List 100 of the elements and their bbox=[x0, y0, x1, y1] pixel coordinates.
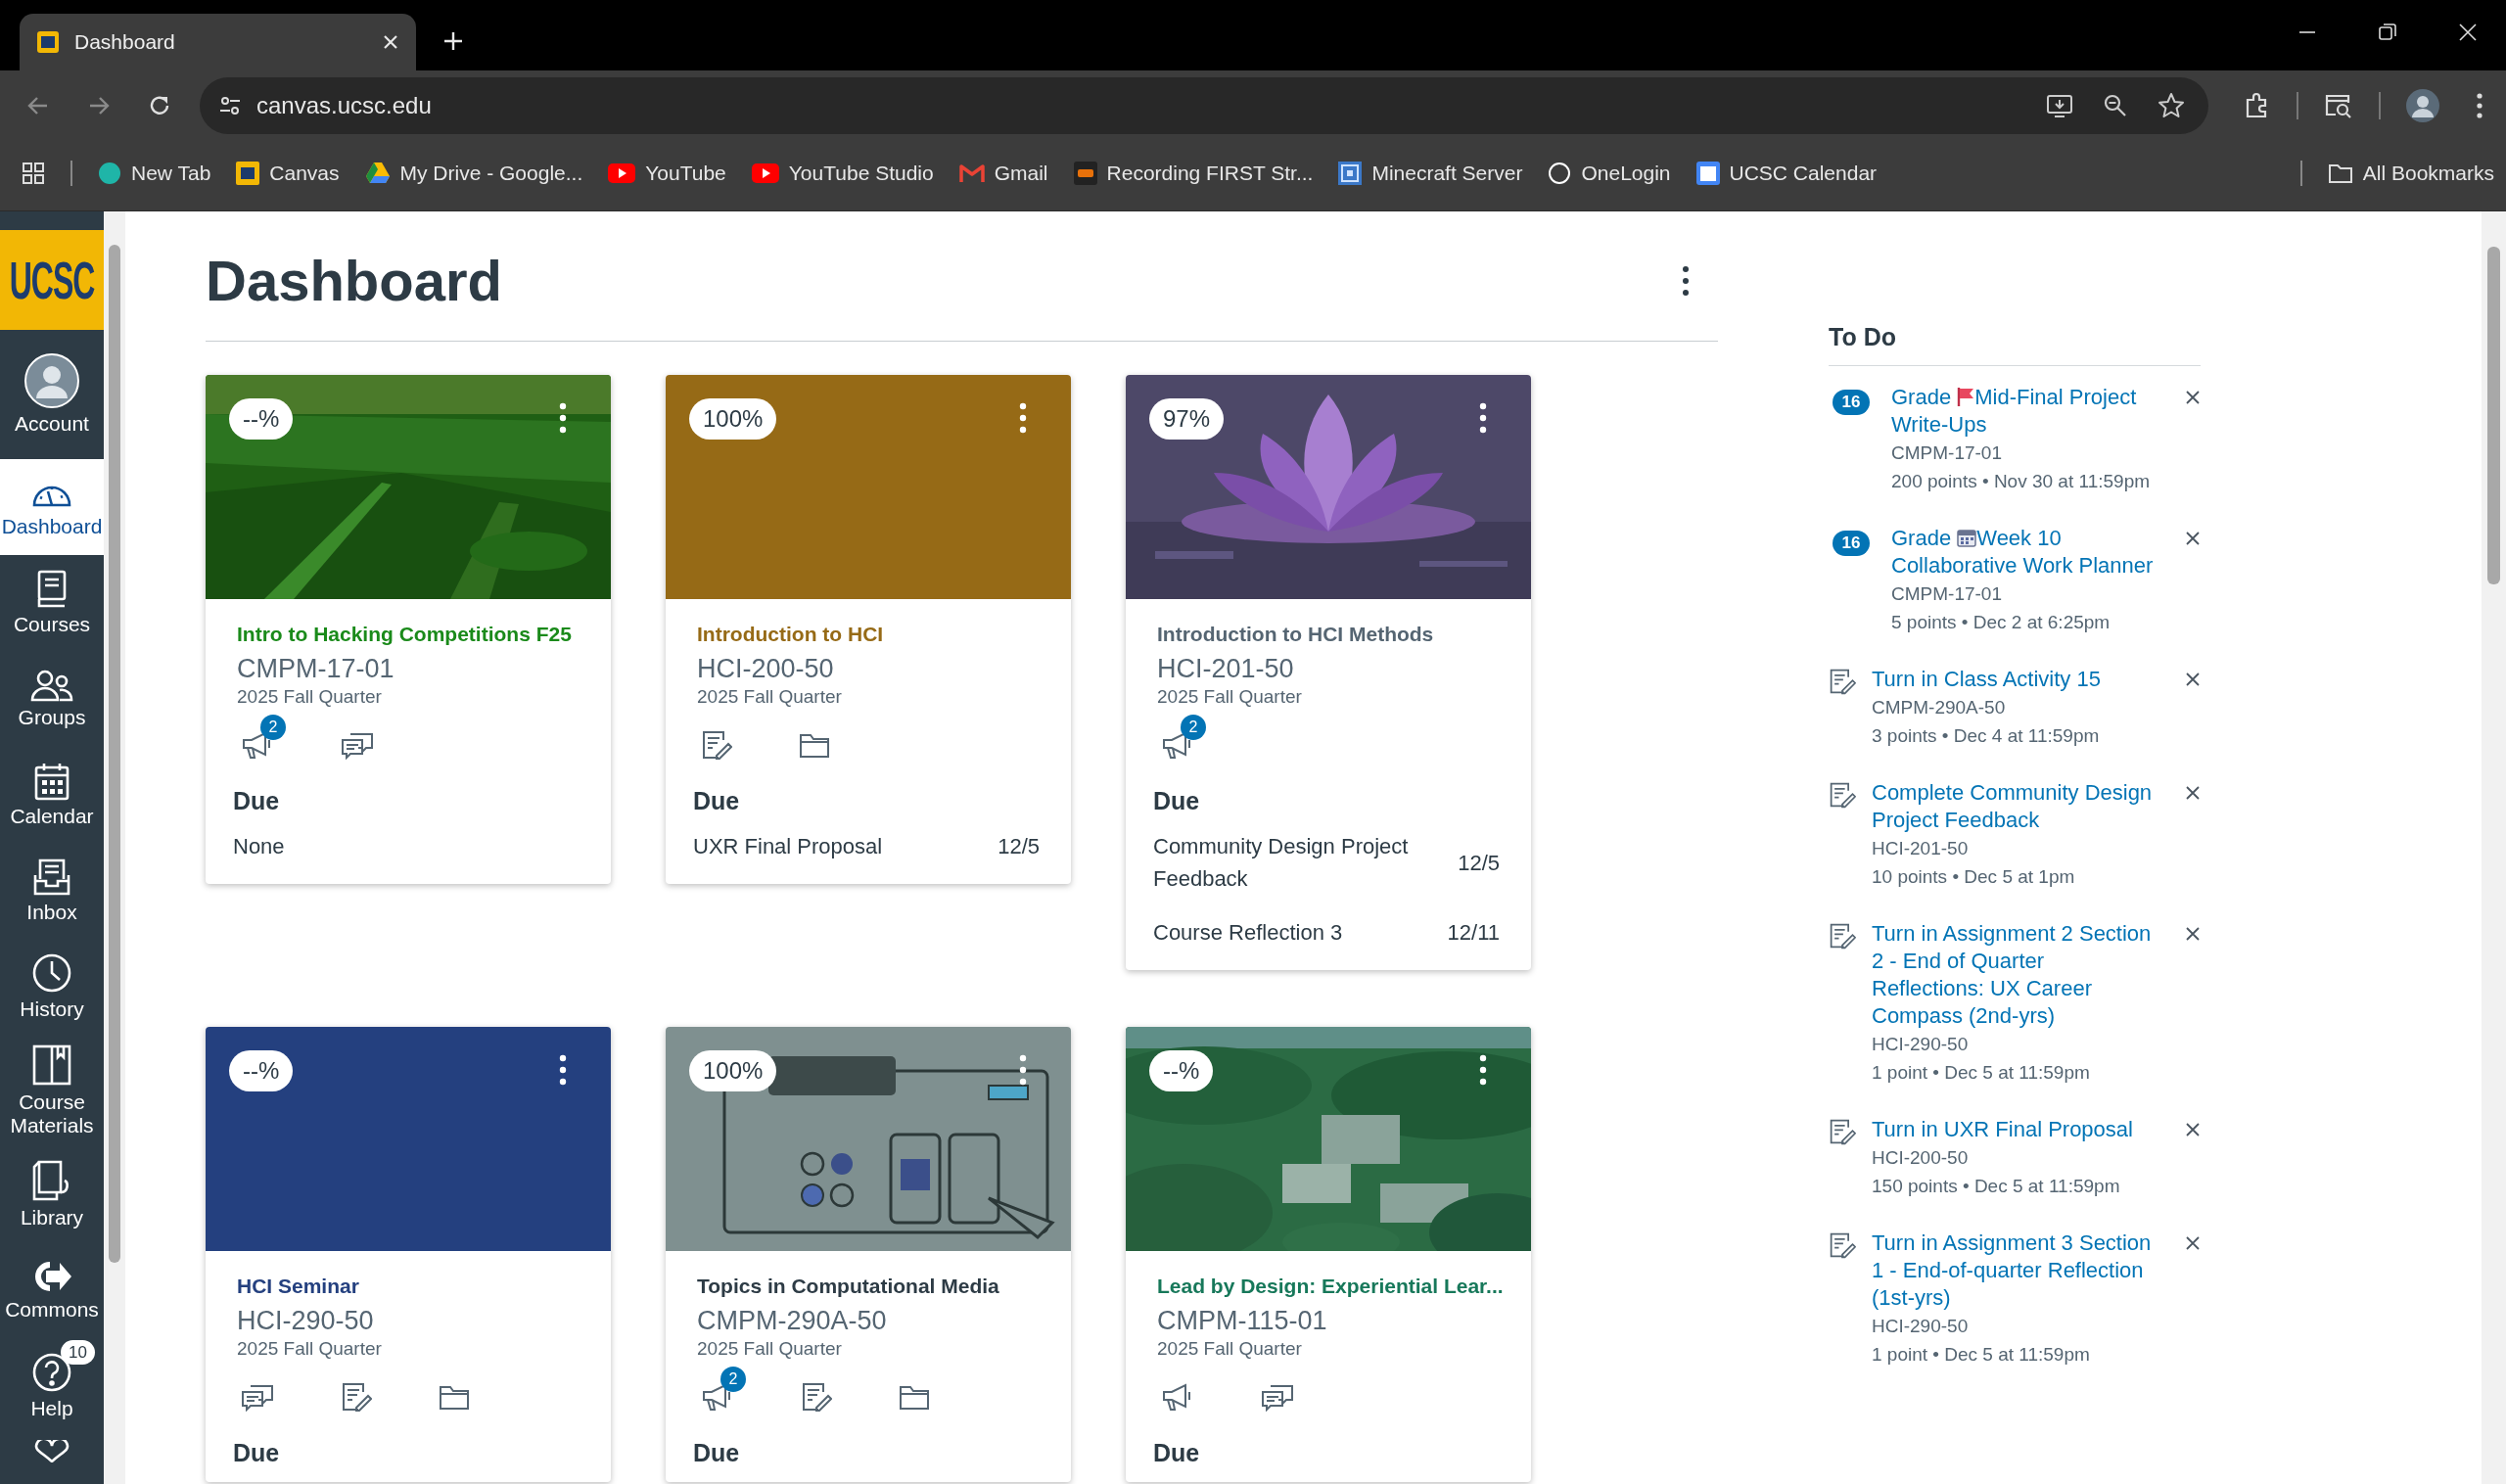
course-card[interactable]: --% HCI Seminar HCI-290-50 2025 Fall Quarter Due bbox=[206, 1027, 611, 1482]
bookmark[interactable]: Canvas bbox=[236, 161, 340, 185]
bookmark[interactable]: New Tab bbox=[98, 161, 211, 185]
profile-avatar[interactable] bbox=[2406, 89, 2439, 122]
nav-item[interactable]: Account bbox=[0, 330, 104, 459]
menu-icon[interactable] bbox=[2475, 92, 2484, 119]
todo-link[interactable]: Turn in Assignment 3 Section 1 - End-of-quarter Reflection (1st-yrs) bbox=[1872, 1229, 2159, 1312]
due-details: 10 points • Dec 5 at 1pm bbox=[1872, 865, 2076, 889]
term-text: 2025 Fall Quarter bbox=[237, 685, 383, 709]
browser-tab[interactable]: Dashboard bbox=[20, 14, 416, 70]
avatar bbox=[24, 352, 79, 408]
scrollbar[interactable] bbox=[104, 211, 125, 1484]
close-icon[interactable] bbox=[2185, 785, 2201, 801]
grade-pill: 100% bbox=[689, 1050, 777, 1091]
bookmark[interactable]: YouTube Studio bbox=[751, 161, 934, 185]
count-badge: 16 bbox=[1833, 531, 1870, 556]
course-title[interactable]: Topics in Computational Media bbox=[697, 1273, 1051, 1300]
restore-icon[interactable] bbox=[2379, 23, 2396, 41]
close-icon[interactable] bbox=[2185, 926, 2201, 942]
nav-item[interactable]: Courses bbox=[0, 555, 104, 651]
course-code: CMPM-17-01 bbox=[237, 653, 395, 685]
bookmark[interactable]: Recording FIRST Str... bbox=[1073, 161, 1314, 185]
due-item[interactable]: UXR Final Proposal bbox=[693, 830, 883, 862]
todo-link[interactable]: Turn in Class Activity 15 bbox=[1872, 666, 2159, 693]
assignment-icon[interactable] bbox=[701, 730, 732, 760]
folder-icon[interactable] bbox=[439, 1383, 470, 1411]
scrollbar[interactable] bbox=[2482, 211, 2506, 1484]
assignment-icon bbox=[1829, 922, 1856, 950]
star-icon[interactable] bbox=[2158, 92, 2185, 119]
course-card[interactable]: 97% Introduction to HCI Methods HCI-201-50 2025 Fall Quarter 2 Due Community Design Project Feedback 12/5 Course Reflection 3 12/11 bbox=[1126, 375, 1531, 970]
bookmark[interactable]: UCSC Calendar bbox=[1695, 161, 1878, 185]
course-card[interactable]: 100% Introduction to HCI HCI-200-50 2025 Fall Quarter Due UXR Final Proposal 12/5 bbox=[666, 375, 1071, 884]
more-options-icon[interactable] bbox=[1681, 265, 1691, 297]
todo-link[interactable]: Turn in Assignment 2 Section 2 - End of Quarter Reflections: UX Career Compass (2nd-yrs) bbox=[1872, 920, 2159, 1030]
nav-item[interactable]: 10 Help bbox=[0, 1338, 104, 1434]
more-options-icon[interactable] bbox=[1478, 402, 1488, 434]
plus-icon[interactable] bbox=[443, 31, 463, 51]
due-item[interactable]: Community Design Project Feedback bbox=[1153, 830, 1417, 895]
page-title: Dashboard bbox=[206, 248, 502, 314]
close-icon[interactable] bbox=[2185, 1122, 2201, 1137]
nav-item[interactable]: Library bbox=[0, 1146, 104, 1242]
assignment-icon[interactable] bbox=[341, 1382, 372, 1412]
nav-item[interactable]: Inbox bbox=[0, 843, 104, 939]
course-title[interactable]: Lead by Design: Experiential Lear... bbox=[1157, 1273, 1511, 1300]
course-card[interactable]: --% Lead by Design: Experiential Lear... CMPM-115-01 2025 Fall Quarter Due bbox=[1126, 1027, 1531, 1482]
calendar-icon bbox=[1695, 161, 1720, 185]
todo-link[interactable]: Grade Week 10 Collaborative Work Planner bbox=[1891, 525, 2159, 580]
course-title[interactable]: Intro to Hacking Competitions F25 bbox=[237, 621, 591, 648]
tab-search-icon[interactable] bbox=[2324, 92, 2353, 119]
term-text: 2025 Fall Quarter bbox=[697, 685, 843, 709]
course-code: HCI-290-50 bbox=[1872, 1033, 1970, 1056]
due-item[interactable]: Course Reflection 3 bbox=[1153, 916, 1343, 949]
bookmark[interactable]: Gmail bbox=[958, 161, 1048, 185]
course-code: CMPM-17-01 bbox=[1891, 582, 2003, 606]
close-icon[interactable] bbox=[2185, 390, 2201, 405]
bookmark[interactable]: YouTube bbox=[608, 161, 726, 185]
course-title[interactable]: HCI Seminar bbox=[237, 1273, 591, 1300]
course-code: HCI-200-50 bbox=[697, 653, 835, 685]
zoom-icon[interactable] bbox=[2103, 93, 2128, 118]
circle-icon bbox=[1548, 161, 1572, 185]
people-icon bbox=[30, 668, 73, 702]
nav-item[interactable]: Commons bbox=[0, 1242, 104, 1338]
close-icon[interactable] bbox=[2185, 1235, 2201, 1251]
apps-icon[interactable] bbox=[22, 161, 45, 185]
more-options-icon[interactable] bbox=[1018, 1054, 1028, 1086]
course-title[interactable]: Introduction to HCI bbox=[697, 621, 1051, 648]
close-icon[interactable] bbox=[2185, 672, 2201, 687]
address-bar[interactable]: canvas.ucsc.edu bbox=[200, 77, 2208, 134]
all-bookmarks-button[interactable]: All Bookmarks bbox=[2327, 161, 2494, 185]
logo-icon bbox=[236, 161, 260, 185]
folder-icon[interactable] bbox=[799, 731, 830, 759]
close-icon[interactable] bbox=[2185, 531, 2201, 546]
todo-link[interactable]: Complete Community Design Project Feedback bbox=[1872, 779, 2159, 834]
more-options-icon[interactable] bbox=[558, 402, 568, 434]
due-details: 150 points • Dec 5 at 11:59pm bbox=[1872, 1175, 2121, 1198]
bookmark[interactable]: OneLogin bbox=[1548, 161, 1671, 185]
due-heading: Due bbox=[693, 787, 741, 814]
bookmark[interactable]: My Drive - Google... bbox=[364, 161, 583, 185]
folder-icon[interactable] bbox=[899, 1383, 930, 1411]
circle-icon bbox=[98, 161, 121, 185]
chat-icon[interactable] bbox=[241, 1382, 274, 1412]
nav-item[interactable]: Groups bbox=[0, 651, 104, 747]
course-card[interactable]: --% Intro to Hacking Competitions F25 CMPM-17-01 2025 Fall Quarter 2 Due None bbox=[206, 375, 611, 884]
chat-icon[interactable] bbox=[341, 730, 374, 760]
clock-icon bbox=[31, 951, 72, 994]
todo-link[interactable]: Turn in UXR Final Proposal bbox=[1872, 1116, 2159, 1143]
nav-item[interactable]: History bbox=[0, 939, 104, 1035]
more-options-icon[interactable] bbox=[1478, 1054, 1488, 1086]
install-icon[interactable] bbox=[2046, 92, 2073, 119]
chat-icon[interactable] bbox=[1261, 1382, 1294, 1412]
course-card[interactable]: 100% Topics in Computational Media CMPM-290A-50 2025 Fall Quarter 2 Due bbox=[666, 1027, 1071, 1482]
nav-item[interactable]: Course Materials bbox=[0, 1035, 104, 1146]
assignment-icon[interactable] bbox=[801, 1382, 832, 1412]
more-options-icon[interactable] bbox=[558, 1054, 568, 1086]
course-title[interactable]: Introduction to HCI Methods bbox=[1157, 621, 1511, 648]
todo-link[interactable]: Grade Mid-Final Project Write-Ups bbox=[1891, 384, 2159, 439]
nav-item[interactable]: Dashboard bbox=[0, 459, 104, 555]
nav-item[interactable]: Calendar bbox=[0, 747, 104, 843]
course-code: CMPM-115-01 bbox=[1157, 1305, 1328, 1337]
bookmark[interactable]: Minecraft Server bbox=[1338, 161, 1523, 185]
